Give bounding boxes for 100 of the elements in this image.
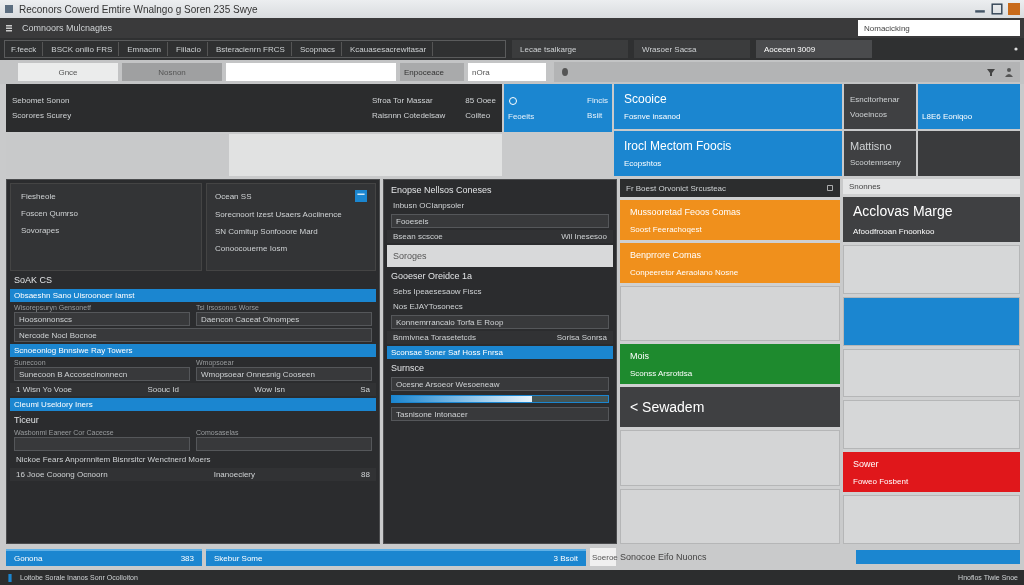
tile-subtitle: Ecopshtos (624, 159, 663, 168)
card-subtitle: Foweo Fosbent (853, 476, 910, 486)
tile-title: Irocl Mectom Foocis (624, 139, 733, 153)
info-text: Scorores Scurey (12, 111, 72, 120)
toolbar-item[interactable]: Bsteracienrn FRCS (209, 42, 292, 56)
section-bar[interactable]: Cleuml Useldory Iners (10, 398, 376, 411)
tile-text: Fincis (587, 96, 608, 105)
side-tile[interactable]: Feoeits Fincis Bsiit (504, 84, 612, 132)
info-text: Sebomet Sonon (12, 96, 71, 105)
info-text: Coilteo (465, 111, 492, 120)
window-icon[interactable] (355, 190, 367, 202)
info-text: 85 Ooee (465, 96, 496, 105)
card-title: Mussooretad Feoos Comas (630, 206, 742, 217)
input-field[interactable]: Wmopsoear Onnesnig Cooseen (196, 367, 372, 381)
header-text: Fr Boest Orvonict Srcusteac (626, 183, 727, 193)
detail-text: Conoocouerne Iosm (215, 244, 289, 253)
toolbar-item[interactable]: Kcauasesacrewitasar (344, 42, 434, 56)
input-field[interactable]: nOra (468, 63, 546, 81)
input-field[interactable] (196, 437, 372, 451)
toolbar-item[interactable]: BSCK onilio FRS (45, 42, 120, 56)
card-title: Acclovas Marge (853, 203, 954, 219)
list-item[interactable]: Fiesheole (21, 192, 191, 201)
bottom-text: Sonocoe Eifo Nuoncs (620, 552, 708, 562)
table-cell: 88 (361, 470, 370, 479)
card[interactable]: < Sewadem (620, 387, 840, 428)
empty-card[interactable] (843, 400, 1020, 450)
tab[interactable]: Lecae tsalkarge (512, 40, 628, 58)
tile[interactable]: Mattisno Scootennseny (844, 131, 916, 176)
light-section: Soroges (387, 245, 613, 267)
table-cell: Bnmivnea Torasetetcds (393, 333, 476, 342)
tile-title: Scooice (624, 92, 668, 106)
empty-card[interactable] (843, 348, 1020, 398)
empty-card[interactable] (620, 286, 840, 342)
empty-card[interactable] (843, 495, 1020, 544)
input-field[interactable]: Tasnisone Intonacer (391, 407, 609, 421)
section-heading: Surnsce (391, 363, 425, 373)
toolbar-item[interactable]: F.feeck (5, 42, 44, 56)
info-text: Raisnnn Cotedelsaw (371, 111, 446, 120)
section-bar[interactable]: Sconsae Soner Saf Hoss Fnrsa (387, 346, 613, 359)
table-cell: 16 Jooe Cooong Ocnoorn (16, 470, 108, 479)
table-cell: 1 Wisn Yo Vooe (16, 385, 73, 394)
empty-card[interactable] (843, 245, 1020, 294)
card[interactable]: Mois Sconss Arsrotdsa (620, 344, 840, 385)
section-bar[interactable]: Scnoeonlog Bnnsiwe Ray Towers (10, 344, 376, 357)
tile-title: Mattisno (850, 140, 893, 152)
section-heading: Gooeser Oreidce 1a (391, 271, 473, 281)
tile-label: Feoeits (508, 111, 535, 121)
tab[interactable]: Soeroe (590, 548, 616, 566)
maximize-icon[interactable] (991, 3, 1003, 15)
card-title: Sower (853, 458, 880, 469)
status-strip[interactable]: Gonona 383 (6, 548, 202, 566)
input-field[interactable]: Fooeseis (391, 214, 609, 228)
tile[interactable]: Irocl Mectom Foocis Ecopshtos (614, 131, 842, 176)
tab[interactable]: Aocecen 3009 (756, 40, 872, 58)
list-item[interactable]: Sovorapes (21, 226, 191, 235)
funnel-icon[interactable] (986, 67, 996, 77)
list-item[interactable]: Foscen Qumrso (21, 209, 191, 218)
empty-card[interactable] (843, 296, 1020, 346)
filter-tab[interactable]: Gnce (18, 63, 118, 81)
card[interactable]: Acclovas Marge Afoodfrooan Fnoonkoo (843, 197, 1020, 242)
table-cell: Wow Isn (254, 385, 285, 394)
card-subtitle: Afoodfrooan Fnoonkoo (853, 227, 936, 236)
empty-card[interactable] (620, 430, 840, 486)
section-heading: Ticeur (14, 415, 39, 425)
app-title: Comnoors Mulcnagtes (22, 23, 113, 33)
table-cell: Sa (360, 385, 370, 394)
search-field[interactable]: Nomacicking (858, 20, 1020, 36)
tile-title: Esncitorhenar (850, 94, 901, 104)
table-cell: Bsean scscoe (393, 232, 443, 241)
tile[interactable]: L8E6 Eoniqoo (918, 84, 1020, 129)
tile-subtitle: Fosnve insanod (624, 112, 682, 121)
tab[interactable]: Wrasoer Sacsa (634, 40, 750, 58)
strip-label: Gonona (14, 553, 43, 563)
input-field[interactable]: Daencon Caceat Oinompes (196, 312, 372, 326)
input-field[interactable] (14, 437, 190, 451)
section-bar[interactable]: Obsaeshn Sano Uisroonoer Iamst (10, 289, 376, 302)
app-icon (4, 4, 14, 14)
input-field[interactable]: Ocesne Arsoeor Wesoeneaw (391, 377, 609, 391)
toolbar-item[interactable]: Scopnacs (293, 42, 343, 56)
tile[interactable]: Scooice Fosnve insanod (614, 84, 842, 129)
input-field[interactable]: Sunecoon B Accosecinonnecn (14, 367, 190, 381)
info-text: Sfroa Tor Massar (371, 96, 434, 105)
tile[interactable]: Esncitorhenar Vooeincos (844, 84, 916, 129)
card[interactable]: Sower Foweo Fosbent (843, 452, 1020, 493)
toolbar-item[interactable]: Fiilacio (170, 42, 208, 56)
person-icon[interactable] (1004, 67, 1014, 77)
section-heading: SoAK CS (14, 275, 53, 285)
empty-card[interactable] (620, 488, 840, 544)
card-title: Mois (630, 350, 650, 361)
input-field[interactable] (226, 63, 396, 81)
input-field[interactable]: Nercode Nocl Bocnoe (14, 328, 372, 342)
input-field[interactable]: Konnemrrancaio Torfa E Roop (391, 315, 609, 329)
window-title: Reconors Cowerd Emtire Wnalngo g Soren 235 Swye (19, 3, 258, 15)
toolbar-item[interactable]: Emnacnn (121, 42, 169, 56)
input-field[interactable]: Hoosonnonscs (14, 312, 190, 326)
table-cell: Wil Inesesoo (561, 232, 607, 241)
detail-text: SN Comitup Sonfooore Mard (215, 227, 319, 236)
circle-icon (508, 95, 518, 106)
menu-icon[interactable] (4, 23, 14, 33)
status-strip[interactable]: Skebur Some 3 Bsoit (206, 548, 586, 566)
